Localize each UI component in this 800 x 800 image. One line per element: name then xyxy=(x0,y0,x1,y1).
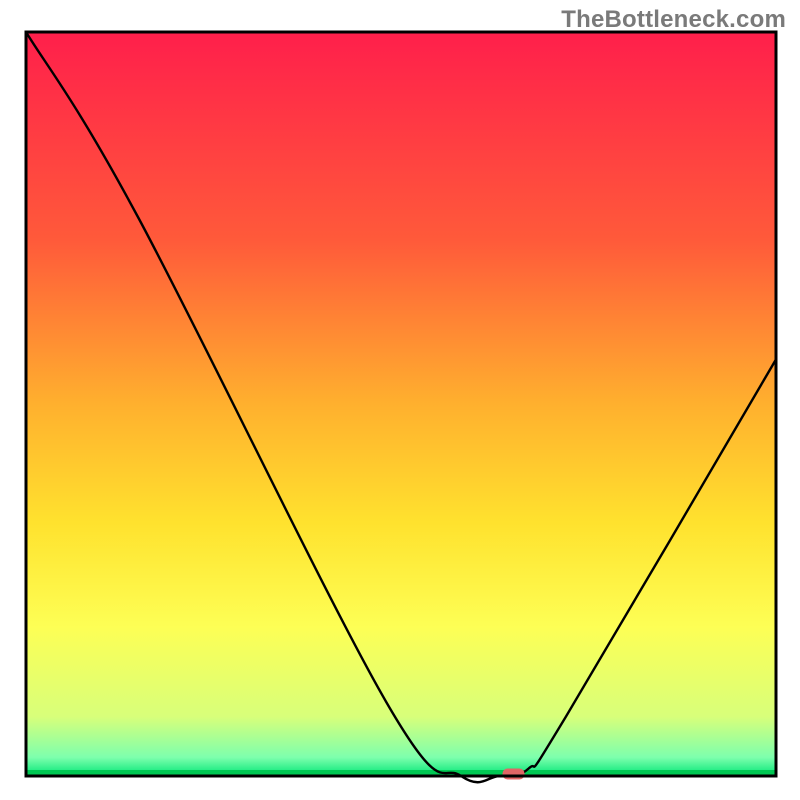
plot-svg xyxy=(0,0,800,800)
plot-background xyxy=(26,32,776,776)
bottleneck-chart: TheBottleneck.com xyxy=(0,0,800,800)
minimum-marker xyxy=(503,769,525,780)
watermark-text: TheBottleneck.com xyxy=(561,6,786,34)
